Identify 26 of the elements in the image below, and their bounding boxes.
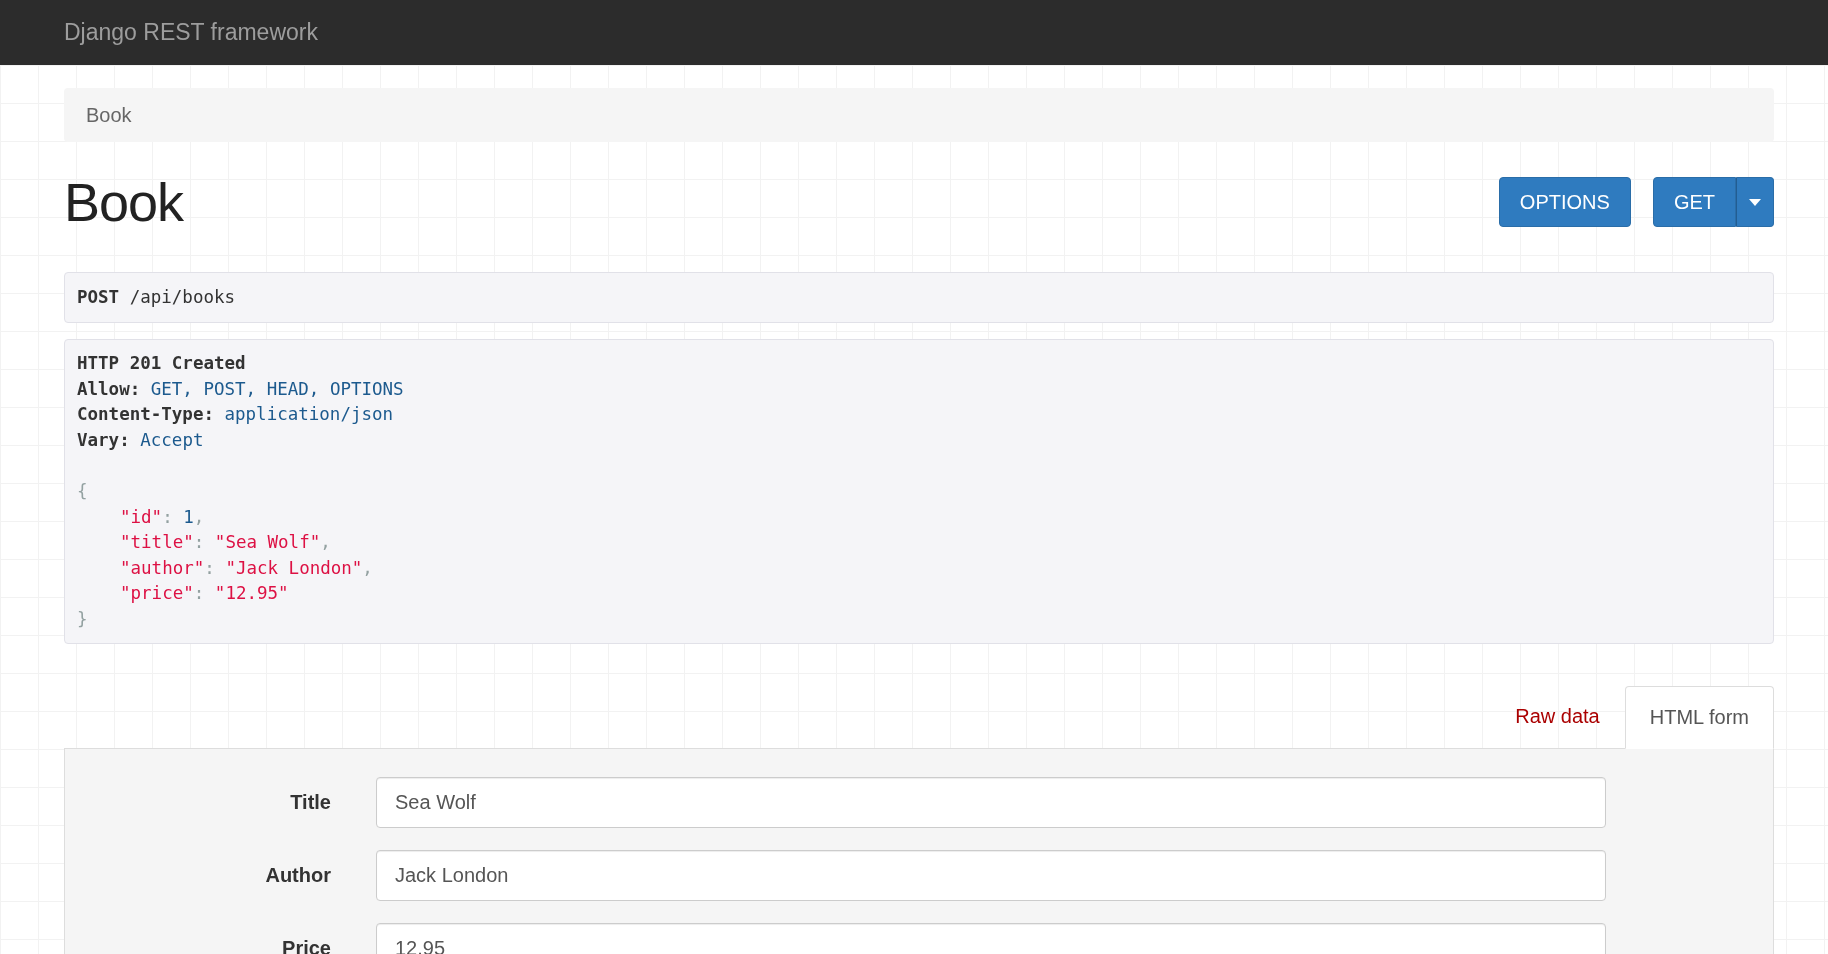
json-line: "author": "Jack London",: [119, 556, 374, 580]
get-button[interactable]: GET: [1652, 177, 1736, 227]
response-header: Vary: Accept: [77, 428, 205, 452]
request-line: POST /api/books: [77, 285, 236, 309]
field-label: Title: [289, 790, 331, 814]
tab[interactable]: HTML form: [1624, 685, 1774, 749]
page-title: Book: [64, 171, 184, 233]
response-header: Allow: GET, POST, HEAD, OPTIONS: [77, 377, 405, 401]
brand-link[interactable]: Django REST framework: [64, 19, 318, 46]
json-line: "price": "12.95": [119, 582, 290, 606]
input-field[interactable]: Jack London: [376, 849, 1606, 901]
input-field[interactable]: 12.95: [376, 922, 1606, 954]
dropdown-toggle[interactable]: [1736, 177, 1774, 227]
json-brace: }: [77, 607, 89, 631]
json-line: "title": "Sea Wolf",: [119, 531, 332, 555]
response-header: Content-Type: application/json: [77, 403, 395, 427]
json-brace: {: [77, 479, 89, 503]
input-field[interactable]: Sea Wolf: [376, 776, 1606, 828]
tab[interactable]: Raw data: [1490, 685, 1625, 748]
options-button[interactable]: OPTIONS: [1498, 177, 1631, 227]
breadcrumb-item[interactable]: Book: [86, 103, 132, 127]
caret-icon: [1749, 198, 1761, 206]
field-label: Author: [264, 863, 331, 887]
field-label: Price: [281, 936, 331, 954]
response-status: HTTP 201 Created: [77, 352, 247, 375]
json-line: "id": 1,: [119, 505, 206, 529]
